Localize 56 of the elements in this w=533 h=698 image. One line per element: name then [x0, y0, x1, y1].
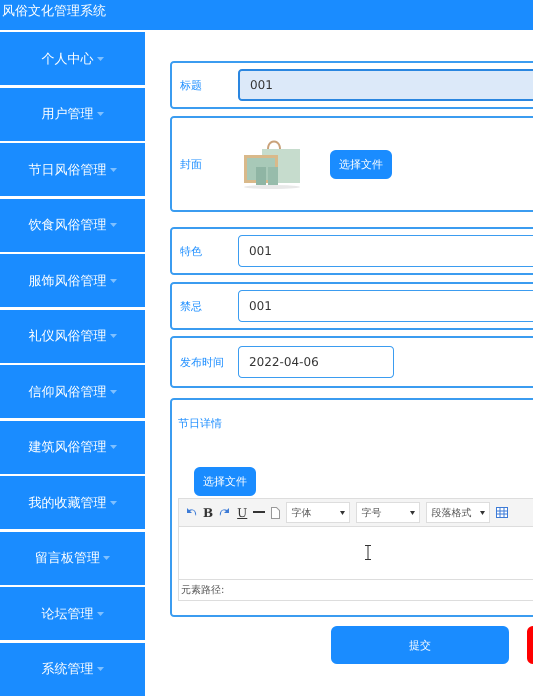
underline-button[interactable]: U [237, 506, 248, 520]
choose-file-button[interactable]: 选择文件 [330, 150, 392, 178]
text-cursor-icon [365, 545, 371, 560]
toolbar-select[interactable]: 字号 [356, 502, 420, 523]
sidebar-item[interactable]: 留言板管理 [0, 532, 145, 584]
caret-icon [480, 510, 486, 514]
field-label: 发布时间 [180, 354, 225, 370]
sidebar-item[interactable]: 个人中心 [0, 32, 145, 85]
caret-icon [110, 500, 116, 504]
sidebar-item[interactable]: 信仰风俗管理 [0, 365, 145, 418]
caret-icon [340, 510, 346, 514]
caret-icon [96, 612, 104, 616]
field-label: 封面 [180, 156, 203, 172]
caret-icon [96, 56, 104, 60]
caret-icon [410, 510, 416, 514]
date-field[interactable]: 2022-04-06 [238, 346, 394, 378]
text-field[interactable]: 001 [238, 290, 533, 322]
toolbar-select[interactable]: 段落格式 [426, 502, 490, 523]
table-icon[interactable] [496, 507, 508, 518]
caret-icon [96, 112, 104, 116]
caret-icon [110, 278, 116, 282]
field-label: 禁忌 [180, 298, 203, 314]
field-label: 特色 [180, 244, 203, 258]
caret-icon [110, 445, 116, 449]
sidebar-item[interactable]: 建筑风俗管理 [0, 420, 145, 474]
text-field[interactable]: 001 [238, 235, 533, 267]
toolbar-select[interactable]: 字体 [286, 502, 350, 523]
sidebar-item[interactable]: 礼仪风俗管理 [0, 310, 145, 362]
caret-icon [110, 390, 116, 394]
window-title: 风俗文化管理系统 [1, 4, 106, 20]
bold-button[interactable]: B [203, 506, 214, 520]
sidebar-item[interactable]: 论坛管理 [0, 587, 145, 640]
submit-button[interactable]: 提交 [331, 626, 509, 664]
field-label: 节日详情 [178, 416, 223, 431]
field-label: 标题 [180, 78, 203, 92]
sidebar-item[interactable]: 节日风俗管理 [0, 143, 145, 196]
caret-icon [110, 334, 116, 338]
caret-icon [103, 556, 110, 560]
sidebar-item[interactable]: 饮食风俗管理 [0, 198, 145, 252]
caret-icon [110, 223, 116, 227]
rich-text-editor[interactable]: B U 字体 字号 段落格式 元素路径: [178, 498, 533, 601]
sidebar-item[interactable]: 服饰风俗管理 [0, 254, 145, 307]
element-path-label: 元素路径: [179, 579, 533, 600]
sidebar-item[interactable]: 系统管理 [0, 642, 145, 696]
undo-icon[interactable] [185, 507, 197, 518]
select-label: 字体 [291, 506, 312, 520]
choose-file-button[interactable]: 选择文件 [194, 467, 256, 496]
sidebar-item[interactable]: 我的收藏管理 [0, 476, 145, 529]
redo-icon[interactable] [219, 507, 232, 518]
caret-icon [110, 168, 116, 172]
sidebar-item[interactable]: 用户管理 [0, 88, 145, 140]
text-field[interactable]: 001 [238, 69, 533, 101]
caret-icon [96, 667, 104, 671]
page-icon[interactable] [271, 506, 280, 518]
select-label: 字号 [361, 506, 382, 520]
select-label: 段落格式 [431, 506, 472, 520]
